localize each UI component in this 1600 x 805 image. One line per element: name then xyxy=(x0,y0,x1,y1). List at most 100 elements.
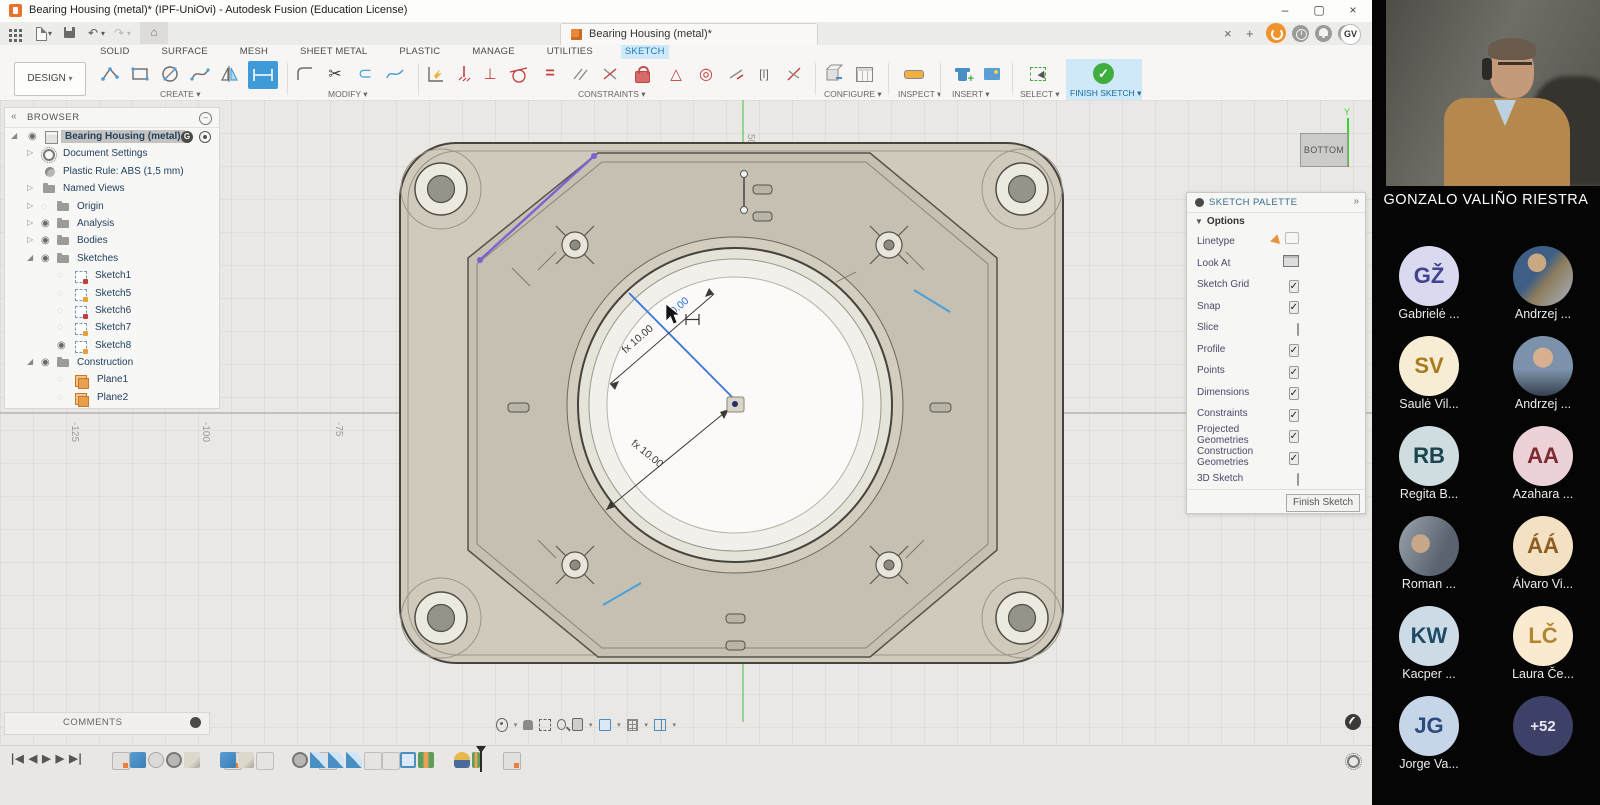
tab-mesh[interactable]: MESH xyxy=(236,45,272,59)
file-menu-icon[interactable] xyxy=(36,27,47,41)
tab-solid[interactable]: SOLID xyxy=(96,45,134,59)
close-button[interactable]: × xyxy=(1340,3,1366,19)
timeline-fillet-feature-icon[interactable] xyxy=(346,752,362,768)
participant-tile[interactable]: Andrzej ... xyxy=(1493,242,1593,332)
browser-row-plastic-rule[interactable]: Plastic Rule: ABS (1,5 mm) xyxy=(5,163,219,180)
user-avatar[interactable]: GV xyxy=(1340,24,1361,45)
visibility-eye-icon[interactable]: ◌ xyxy=(41,201,47,212)
symmetry-constraint-icon[interactable]: [ǀ] xyxy=(752,63,776,85)
save-icon[interactable] xyxy=(64,27,75,38)
parallel-constraint-icon[interactable] xyxy=(568,63,592,85)
grid-snap-icon[interactable] xyxy=(627,719,639,731)
visibility-eye-icon[interactable]: ◉ xyxy=(41,357,50,368)
rectangle-tool-icon[interactable] xyxy=(128,63,152,85)
timeline-fillet-feature-icon[interactable] xyxy=(328,752,344,768)
skip-to-start-icon[interactable]: ❘◀ xyxy=(8,752,22,765)
visibility-eye-icon[interactable]: ◉ xyxy=(41,218,50,229)
comments-panel[interactable]: COMMENTS xyxy=(4,712,210,735)
view-cube[interactable]: Y X BOTTOM xyxy=(1288,112,1372,178)
3d-sketch-checkbox[interactable] xyxy=(1297,473,1299,486)
browser-row-construction[interactable]: ◢ ◉ Construction xyxy=(5,354,219,371)
endpoint[interactable] xyxy=(591,153,597,159)
select-group-label[interactable]: SELECT ▾ xyxy=(1020,89,1060,100)
viewports-icon[interactable] xyxy=(654,719,667,731)
origin-point[interactable] xyxy=(727,397,744,412)
participant-tile[interactable]: ÁÁ Álvaro Vi... xyxy=(1493,512,1593,602)
document-tab[interactable]: Bearing Housing (metal)* xyxy=(560,23,818,46)
zoom-window-icon[interactable] xyxy=(539,719,551,731)
measure-tool-icon[interactable] xyxy=(902,63,926,85)
look-at-icon[interactable] xyxy=(1283,255,1299,267)
viewcube-face[interactable]: BOTTOM xyxy=(1300,133,1348,167)
step-back-icon[interactable]: ◀ xyxy=(29,752,35,765)
projected-geometries-checkbox[interactable]: ✓ xyxy=(1289,430,1299,443)
line-tool-icon[interactable] xyxy=(98,63,122,85)
participant-tile[interactable]: SV Saulė Vil... xyxy=(1379,332,1479,422)
slice-checkbox[interactable] xyxy=(1297,323,1299,336)
circle-tool-icon[interactable] xyxy=(158,63,182,85)
job-status-icon[interactable] xyxy=(1266,23,1286,43)
browser-row-analysis[interactable]: ▷ ◉ Analysis xyxy=(5,215,219,232)
comments-expand-icon[interactable] xyxy=(190,717,201,728)
browser-row-sketch5[interactable]: ◌ Sketch5 xyxy=(5,285,219,302)
visibility-eye-icon[interactable]: ◌ xyxy=(57,392,63,403)
participant-tile[interactable]: KW Kacper ... xyxy=(1379,602,1479,692)
trim-tool-icon[interactable]: ✂ xyxy=(323,63,347,85)
configure-feature-icon[interactable] xyxy=(822,63,846,85)
browser-row-bodies[interactable]: ▷ ◉ Bodies xyxy=(5,232,219,249)
main-video-tile[interactable] xyxy=(1386,0,1600,186)
participant-tile[interactable]: Roman ... xyxy=(1379,512,1479,602)
points-checkbox[interactable]: ✓ xyxy=(1289,366,1299,379)
app-grid-icon[interactable] xyxy=(9,29,12,32)
browser-row-sketch7[interactable]: ◌ Sketch7 xyxy=(5,319,219,336)
insert-fastener-icon[interactable]: + xyxy=(950,63,974,85)
play-icon[interactable]: ▶ xyxy=(42,752,48,765)
orbit-icon[interactable] xyxy=(496,718,508,732)
close-tab-icon[interactable]: × xyxy=(1224,26,1232,41)
visibility-eye-icon[interactable]: ◌ xyxy=(57,322,63,333)
tab-manage[interactable]: MANAGE xyxy=(468,45,518,59)
timeline-playhead[interactable] xyxy=(480,748,482,772)
browser-row-plane2[interactable]: ◌ Plane2 xyxy=(5,389,219,408)
modify-group-label[interactable]: MODIFY ▾ xyxy=(328,89,368,100)
timeline-revolve-feature-icon[interactable] xyxy=(148,752,164,768)
equal-constraint-icon[interactable]: = xyxy=(538,63,562,85)
browser-root-row[interactable]: ◢ ◉ Bearing Housing (metal) G xyxy=(5,128,219,145)
panel-minus-icon[interactable]: – xyxy=(199,112,212,125)
browser-row-sketch6[interactable]: ◌ Sketch6 xyxy=(5,302,219,319)
browser-row-sketch8[interactable]: ◉ Sketch8 xyxy=(5,337,219,354)
browser-row-origin[interactable]: ▷ ◌ Origin xyxy=(5,198,219,215)
notifications-icon[interactable] xyxy=(1315,25,1332,42)
timeline-keyway-feature-icon[interactable] xyxy=(454,752,470,768)
redo-icon[interactable]: ↷ xyxy=(114,27,124,40)
new-tab-icon[interactable]: + xyxy=(1246,26,1254,41)
midpoint-constraint-icon[interactable] xyxy=(598,63,622,85)
fillet-tool-icon[interactable] xyxy=(293,63,317,85)
browser-row-document-settings[interactable]: ▷ Document Settings xyxy=(5,145,219,162)
configuration-table-icon[interactable] xyxy=(852,63,876,85)
timeline-sketch-feature-icon[interactable] xyxy=(503,752,521,770)
fix-constraint-icon[interactable] xyxy=(452,63,476,85)
timeline-feature-icon[interactable] xyxy=(364,752,382,770)
participant-tile[interactable]: LČ Laura Če... xyxy=(1493,602,1593,692)
inspect-group-label[interactable]: INSPECT ▾ xyxy=(898,89,941,100)
timeline-feature-icon[interactable] xyxy=(256,752,274,770)
maximize-button[interactable]: ▢ xyxy=(1306,3,1332,19)
visibility-eye-icon[interactable]: ◌ xyxy=(57,374,63,385)
timeline-settings-gear-icon[interactable] xyxy=(1347,755,1360,768)
construction-geometries-checkbox[interactable]: ✓ xyxy=(1289,452,1299,465)
expand-panel-icon[interactable]: » xyxy=(1353,196,1359,207)
fit-icon[interactable] xyxy=(572,718,583,731)
browser-row-plane1[interactable]: ◌ Plane1 xyxy=(5,371,219,388)
assistant-icon[interactable] xyxy=(1345,714,1361,730)
participant-tile[interactable]: Andrzej ... xyxy=(1493,332,1593,422)
model-canvas[interactable]: -125 -100 -75 -25 50 25 xyxy=(0,100,1372,745)
timeline-extrude-feature-icon[interactable] xyxy=(220,752,236,768)
participant-tile[interactable]: AA Azahara ... xyxy=(1493,422,1593,512)
tangent-constraint-icon[interactable] xyxy=(506,63,530,85)
browser-row-sketch1[interactable]: ◌ Sketch1 xyxy=(5,267,219,284)
insert-group-label[interactable]: INSERT ▾ xyxy=(952,89,990,100)
curvature-constraint-icon[interactable] xyxy=(782,63,806,85)
tab-sheet-metal[interactable]: SHEET METAL xyxy=(296,45,371,59)
timeline-fillet-feature-icon[interactable] xyxy=(310,752,326,768)
